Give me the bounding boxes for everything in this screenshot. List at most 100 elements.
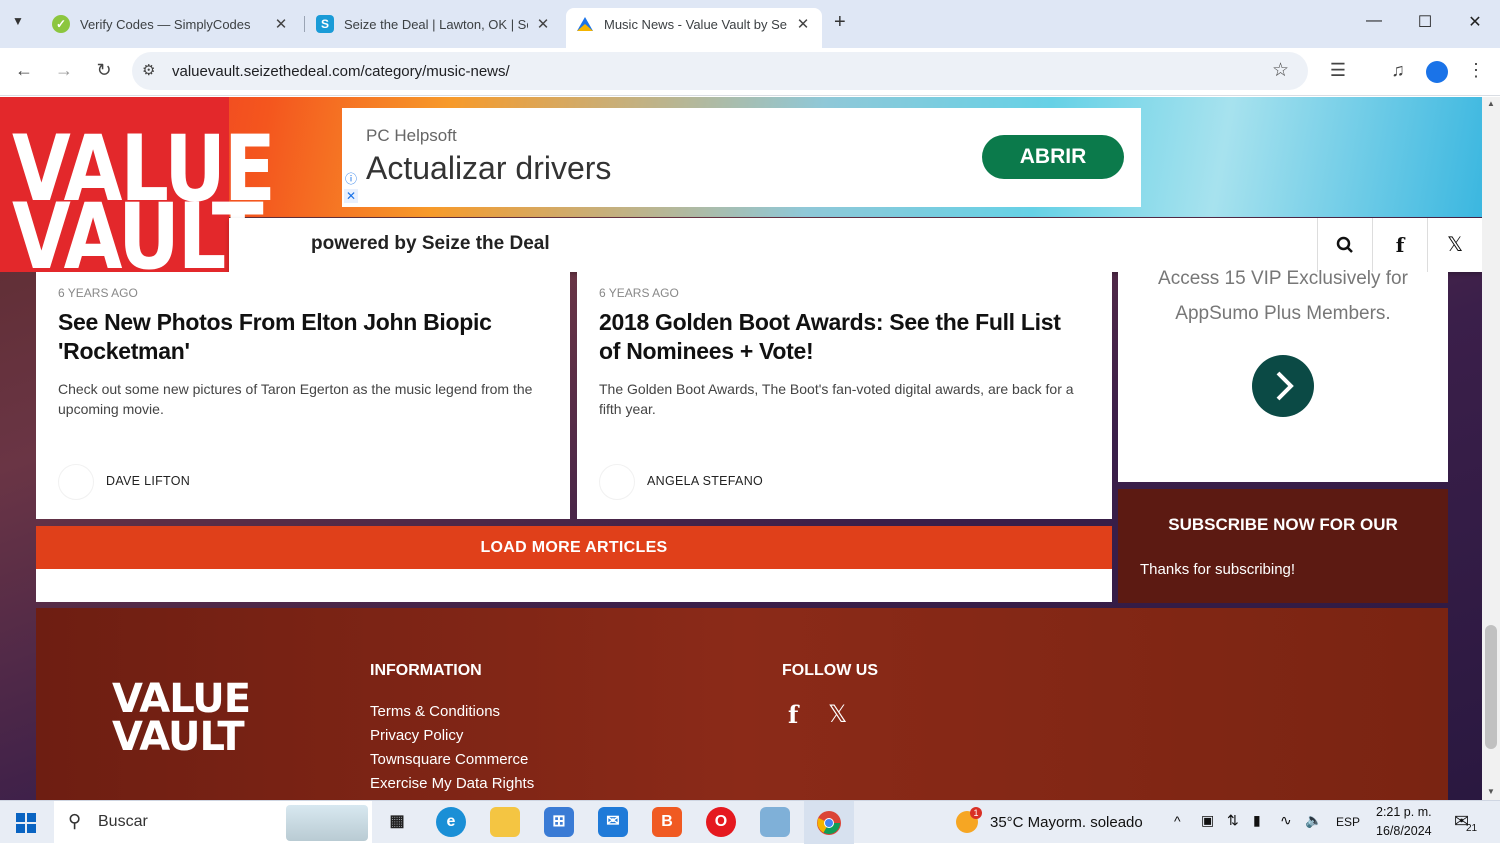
reload-icon[interactable]: ↻ — [92, 60, 116, 81]
tab-music-news[interactable]: Music News - Value Vault by Se ✕ — [566, 8, 822, 48]
promo-next-arrow-icon[interactable] — [1252, 355, 1314, 417]
windows-start-icon[interactable] — [16, 813, 36, 838]
footer-logo-line1: VALUE — [112, 676, 251, 722]
weather-badge: 1 — [970, 807, 982, 819]
tab-title: Verify Codes — SimplyCodes — [80, 16, 251, 32]
tab-title: Music News - Value Vault by Se — [604, 16, 788, 32]
close-tab-icon[interactable]: ✕ — [794, 15, 812, 33]
article-age: 6 YEARS AGO — [58, 286, 138, 300]
scrollbar-thumb[interactable] — [1485, 625, 1497, 749]
language-indicator[interactable]: ESP — [1336, 815, 1360, 829]
brave-icon[interactable]: B — [652, 807, 682, 837]
battery-icon[interactable]: ▮ — [1253, 812, 1261, 829]
subscribe-heading: SUBSCRIBE NOW FOR OUR — [1168, 515, 1398, 534]
appsumo-promo[interactable]: Access 15 VIP Exclusively for AppSumo Pl… — [1118, 268, 1448, 482]
ad-close-icon[interactable]: ✕ — [344, 189, 358, 203]
content-bottom-strip — [36, 569, 1112, 602]
minimize-icon[interactable]: — — [1362, 12, 1386, 30]
value-vault-favicon-icon — [576, 15, 594, 33]
extensions-icon[interactable]: ☰ — [1326, 60, 1350, 81]
taskbar-search[interactable]: ⚲ Buscar — [54, 801, 372, 844]
tab-simplycodes[interactable]: ✓ Verify Codes — SimplyCodes ✕ — [42, 8, 300, 40]
chrome-taskbar-item[interactable] — [804, 801, 854, 844]
site-footer: VALUE VAULT INFORMATION Terms & Conditio… — [36, 608, 1448, 800]
promo-line2: AppSumo Plus Members. — [1175, 303, 1391, 324]
opera-icon[interactable]: O — [706, 807, 736, 837]
volume-icon[interactable]: 🔈 — [1305, 812, 1322, 829]
media-control-icon[interactable]: ♫ — [1386, 60, 1410, 81]
edge-icon[interactable]: e — [436, 807, 466, 837]
simplycodes-favicon-icon: ✓ — [52, 15, 70, 33]
article-card[interactable]: 6 YEARS AGO See New Photos From Elton Jo… — [36, 272, 570, 519]
tab-separator — [304, 16, 305, 32]
footer-link-terms[interactable]: Terms & Conditions — [370, 703, 500, 720]
ad-info-icon[interactable]: ⓘ — [344, 172, 358, 186]
footer-link-townsquare[interactable]: Townsquare Commerce — [370, 751, 528, 768]
author-avatar — [58, 464, 94, 500]
subscribe-message: Thanks for subscribing! — [1140, 561, 1296, 578]
scroll-up-icon[interactable]: ▲ — [1482, 99, 1500, 108]
subscribe-box: SUBSCRIBE NOW FOR OUR Thanks for subscri… — [1118, 489, 1448, 603]
footer-facebook-icon[interactable]: f — [788, 700, 798, 729]
article-card[interactable]: 6 YEARS AGO 2018 Golden Boot Awards: See… — [577, 272, 1112, 519]
footer-link-data-rights[interactable]: Exercise My Data Rights — [370, 775, 534, 792]
article-excerpt: Check out some new pictures of Taron Ege… — [58, 381, 533, 417]
ad-cta-button[interactable]: ABRIR — [982, 135, 1124, 179]
url-text[interactable]: valuevault.seizethedeal.com/category/mus… — [172, 63, 510, 80]
weather-text[interactable]: 35°C Mayorm. soleado — [990, 814, 1143, 831]
article-title[interactable]: 2018 Golden Boot Awards: See the Full Li… — [599, 308, 1079, 366]
tab-list-chevron-icon[interactable]: ▼ — [12, 14, 24, 28]
browser-tab-bar: ▼ ✓ Verify Codes — SimplyCodes ✕ S Seize… — [0, 0, 1500, 48]
close-window-icon[interactable]: ✕ — [1463, 12, 1487, 32]
clock-date[interactable]: 16/8/2024 — [1376, 824, 1432, 838]
profile-avatar-icon[interactable] — [1426, 61, 1448, 83]
load-more-button[interactable]: LOAD MORE ARTICLES — [36, 526, 1112, 569]
maximize-icon[interactable]: ☐ — [1413, 12, 1437, 32]
close-tab-icon[interactable]: ✕ — [534, 15, 552, 33]
file-explorer-icon[interactable] — [490, 807, 520, 837]
notepad-icon[interactable] — [760, 807, 790, 837]
page-scrollbar[interactable]: ▲ ▼ — [1482, 97, 1500, 800]
browser-toolbar: ← → ↻ ⚙ valuevault.seizethedeal.com/cate… — [0, 48, 1500, 96]
show-hidden-icons-chevron-icon[interactable]: ^ — [1174, 813, 1181, 829]
article-title[interactable]: See New Photos From Elton John Biopic 'R… — [58, 308, 538, 366]
clock-time[interactable]: 2:21 p. m. — [1376, 805, 1432, 819]
site-info-icon[interactable]: ⚙ — [142, 61, 155, 79]
mail-icon[interactable]: ✉ — [598, 807, 628, 837]
scroll-down-icon[interactable]: ▼ — [1482, 787, 1500, 796]
article-excerpt: The Golden Boot Awards, The Boot's fan-v… — [599, 381, 1074, 417]
notification-count: 21 — [1466, 823, 1478, 834]
menu-kebab-icon[interactable]: ⋮ — [1464, 60, 1488, 81]
new-tab-icon[interactable]: + — [834, 11, 846, 34]
back-icon[interactable]: ← — [12, 60, 36, 81]
footer-logo[interactable]: VALUE VAULT — [112, 676, 251, 757]
forward-icon[interactable]: → — [52, 60, 76, 81]
meet-now-icon[interactable]: ▣ — [1201, 812, 1214, 829]
bookmark-star-icon[interactable]: ☆ — [1272, 59, 1289, 82]
seize-the-deal-favicon-icon: S — [316, 15, 334, 33]
article-age: 6 YEARS AGO — [599, 286, 679, 300]
article-author[interactable]: DAVE LIFTON — [106, 474, 190, 488]
address-bar[interactable]: ⚙ valuevault.seizethedeal.com/category/m… — [132, 52, 1308, 90]
search-icon: ⚲ — [68, 811, 82, 831]
ad-brand: PC Helpsoft — [366, 126, 457, 145]
article-author[interactable]: ANGELA STEFANO — [647, 474, 763, 488]
wifi-icon[interactable]: ∿ — [1280, 812, 1292, 829]
close-tab-icon[interactable]: ✕ — [272, 15, 290, 33]
page-viewport: VALUE VAULT PC Helpsoft Actualizar drive… — [0, 97, 1482, 800]
site-logo[interactable]: VALUE VAULT — [0, 97, 276, 282]
footer-x-twitter-icon[interactable]: 𝕏 — [828, 700, 847, 729]
information-heading: INFORMATION — [370, 662, 482, 679]
ad-banner[interactable]: PC Helpsoft Actualizar drivers ABRIR ⓘ ✕ — [342, 108, 1141, 207]
footer-link-privacy[interactable]: Privacy Policy — [370, 727, 463, 744]
author-avatar — [599, 464, 635, 500]
microsoft-store-icon[interactable]: ⊞ — [544, 807, 574, 837]
tab-seize-the-deal[interactable]: S Seize the Deal | Lawton, OK | Se ✕ — [306, 8, 562, 40]
taskbar-search-text: Buscar — [98, 813, 148, 830]
sync-icon[interactable]: ⇅ — [1227, 812, 1239, 829]
task-view-icon[interactable]: ▦ — [382, 807, 412, 837]
logo-line2: VAULT — [12, 182, 264, 290]
ad-headline: Actualizar drivers — [366, 150, 612, 186]
follow-us-heading: FOLLOW US — [782, 662, 878, 679]
windows-taskbar: ⚲ Buscar ▦ e ⊞ ✉ B O 1 35°C Mayorm. sole… — [0, 800, 1500, 844]
